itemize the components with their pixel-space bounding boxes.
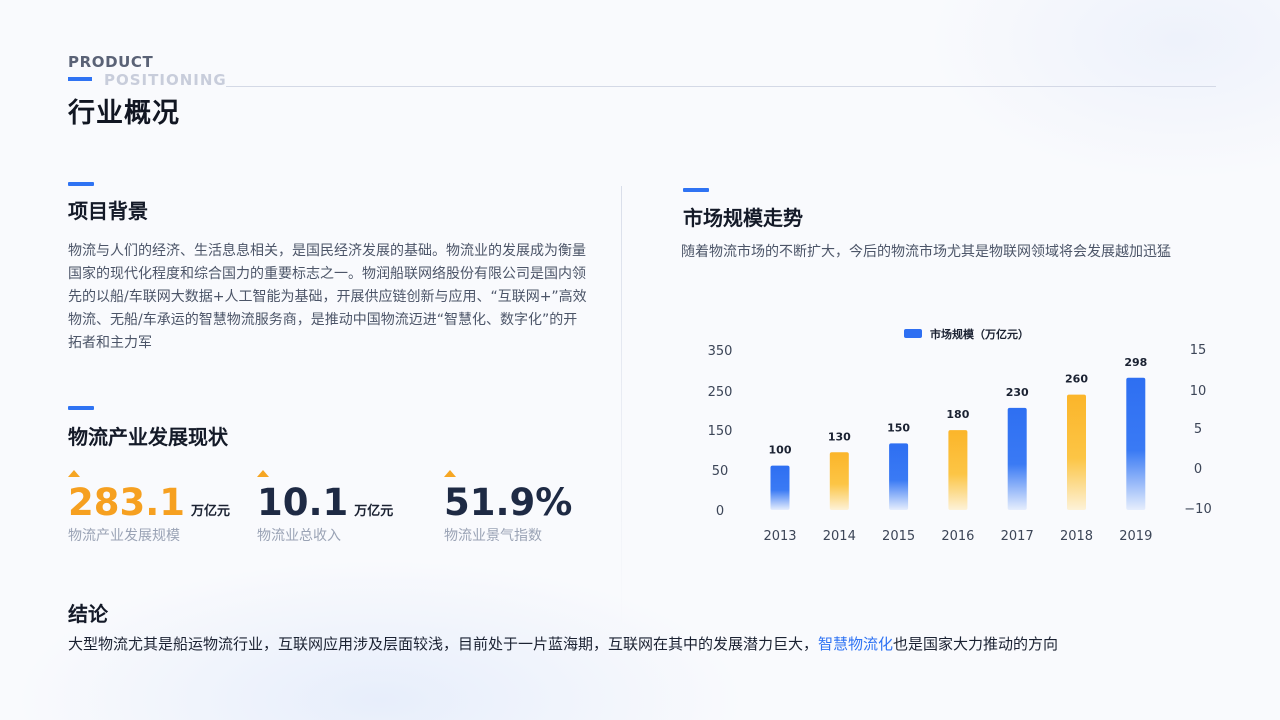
chart-bar: [1067, 394, 1086, 510]
bar-data-label: 260: [1065, 373, 1088, 386]
background-title: 项目背景: [68, 199, 148, 223]
conclusion-title: 结论: [68, 602, 108, 626]
bar-data-label: 298: [1124, 356, 1147, 369]
y-right-tick: 5: [1194, 422, 1202, 437]
kpi-value: 51.9%: [444, 481, 573, 524]
chart-bar: [948, 430, 968, 510]
page-title: 行业概况: [68, 98, 180, 129]
kpi-value: 283.1: [68, 481, 186, 524]
up-arrow-icon: [444, 470, 456, 477]
trend-description: 随着物流市场的不断扩大，今后的物流市场尤其是物联网领域将会发展越加迅猛: [681, 244, 1171, 260]
x-tick-label: 2014: [823, 529, 856, 544]
chart-bar: [889, 443, 909, 510]
x-tick-label: 2015: [882, 529, 915, 544]
chart-bar: [770, 465, 790, 510]
y-left-tick: 250: [708, 385, 733, 400]
conclusion-text-before: 大型物流尤其是船运物流行业，互联网应用涉及层面较浅，目前处于一片蓝海期，互联网在…: [68, 635, 819, 653]
conclusion-highlight: 智慧物流化: [818, 635, 894, 653]
conclusion-text: 大型物流尤其是船运物流行业，互联网应用涉及层面较浅，目前处于一片蓝海期，互联网在…: [68, 633, 1058, 654]
section-accent-bar: [68, 182, 94, 186]
kpi-label: 物流业总收入: [257, 528, 341, 544]
section-accent-bar: [683, 188, 709, 192]
y-left-tick: 0: [716, 504, 724, 519]
legend-label: 市场规模（万亿元）: [930, 327, 1029, 341]
legend-swatch: [904, 329, 922, 338]
trend-title: 市场规模走势: [683, 206, 803, 230]
y-right-tick: 10: [1190, 384, 1207, 399]
y-left-tick: 50: [712, 464, 729, 479]
kpi-value: 10.1: [257, 481, 349, 524]
kpi-unit: 万亿元: [191, 504, 231, 519]
column-divider: [621, 186, 622, 626]
kpi-index: 51.9% 物流业景气指数: [444, 470, 572, 545]
y-right-tick: 0: [1194, 462, 1202, 477]
status-title: 物流产业发展现状: [68, 425, 228, 449]
x-tick-label: 2017: [1001, 529, 1034, 544]
up-arrow-icon: [257, 470, 269, 477]
bar-data-label: 100: [769, 444, 792, 457]
chart-bar: [1126, 377, 1146, 510]
chart-bar: [1007, 407, 1027, 510]
bar-data-label: 150: [887, 421, 910, 434]
bar-data-label: 130: [828, 430, 851, 443]
y-left-tick: 150: [708, 424, 733, 439]
section-accent-bar: [68, 406, 94, 410]
chart-bar: [829, 452, 849, 510]
y-left-tick: 350: [708, 344, 733, 359]
kpi-unit: 万亿元: [354, 504, 394, 519]
x-tick-label: 2019: [1119, 529, 1152, 544]
header-divider: [226, 86, 1216, 87]
kpi-label: 物流业景气指数: [444, 528, 542, 544]
bar-data-label: 230: [1006, 386, 1029, 399]
conclusion-text-after: 也是国家大力推动的方向: [893, 635, 1059, 653]
kpi-revenue: 10.1 万亿元 物流业总收入: [257, 470, 393, 545]
x-tick-label: 2016: [941, 529, 974, 544]
market-size-chart: 市场规模（万亿元） 350250150500 151050−10 1001301…: [708, 327, 1212, 544]
eyebrow-accent-bar: [68, 77, 92, 81]
x-tick-label: 2013: [763, 529, 796, 544]
kpi-label: 物流产业发展规模: [68, 528, 180, 544]
up-arrow-icon: [68, 470, 80, 477]
x-tick-label: 2018: [1060, 529, 1093, 544]
eyebrow-positioning: POSITIONING: [104, 71, 227, 89]
background-text: 物流与人们的经济、生活息息相关，是国民经济发展的基础。物流业的发展成为衡量国家的…: [68, 243, 587, 351]
bar-data-label: 180: [946, 408, 969, 421]
y-right-tick: 15: [1190, 343, 1207, 358]
eyebrow-product: PRODUCT: [68, 53, 154, 71]
kpi-scale: 283.1 万亿元 物流产业发展规模: [68, 470, 230, 545]
y-right-tick: −10: [1184, 502, 1211, 517]
